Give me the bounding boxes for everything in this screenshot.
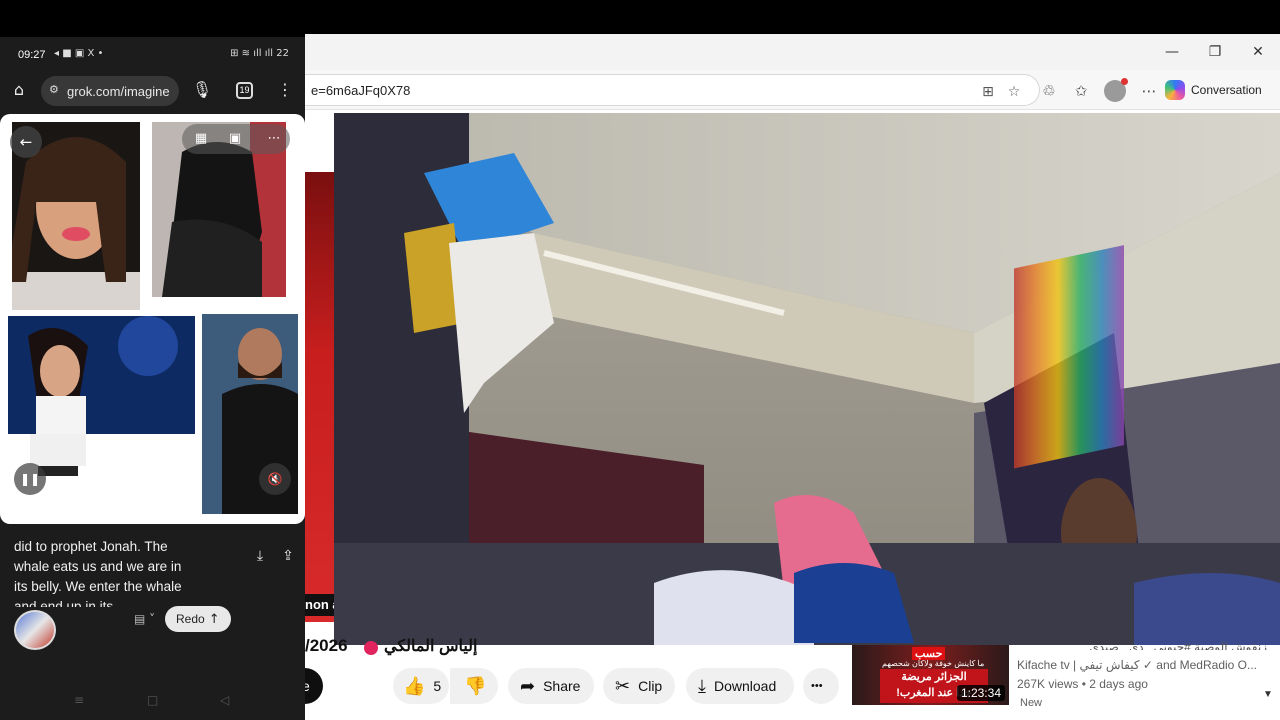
chat-message: did to prophet Jonah. The whale eats us … — [14, 539, 182, 607]
scissors-icon: ✂ — [615, 675, 631, 697]
microphone-icon[interactable]: 🎙 — [191, 79, 213, 101]
status-time: 09:27 — [18, 49, 46, 61]
android-nav-bar: ≡ □ ◁ — [0, 689, 305, 713]
minimize-button[interactable]: — — [1162, 42, 1182, 62]
singer-image — [8, 316, 195, 434]
copilot-label: Conversation — [1191, 83, 1262, 97]
image-gallery-card: ← ▦ ▣ ⋯ ❚❚ 🔇 — [0, 114, 305, 524]
dislike-button[interactable]: 👎 — [450, 668, 498, 704]
extensions-icon[interactable]: ♲ — [1038, 80, 1060, 102]
like-count: 5 — [433, 678, 442, 694]
download-label: Download — [713, 678, 777, 694]
video-frame — [334, 113, 1280, 645]
more-actions-button[interactable]: ••• — [803, 668, 839, 704]
mute-icon[interactable]: 🔇 — [259, 463, 291, 495]
status-bar: 09:27 ◂ ■ ▣ X • ⊞ ≋ ıll ıll 22 — [0, 37, 305, 73]
share-icon: ➦ — [520, 675, 536, 697]
share-button[interactable]: ➦ Share — [508, 668, 594, 704]
recent-apps-icon[interactable]: ≡ — [74, 693, 84, 707]
video-mode-icon[interactable]: ▦ — [191, 129, 211, 149]
download-icon[interactable]: ⤓ — [249, 545, 271, 567]
thumbs-up-icon: 👍 — [403, 675, 426, 697]
scroll-down-icon[interactable]: ▼ — [1263, 689, 1273, 700]
grid-dropdown-icon[interactable]: ▤ ˅ — [134, 612, 155, 626]
new-badge: New — [1020, 697, 1043, 709]
related-video-channel[interactable]: Kifache tv | كيفاش تيفي ✓ and MedRadio O… — [1017, 658, 1257, 672]
app-available-icon[interactable]: ⊞ — [979, 83, 997, 101]
title-red-dot-icon — [364, 641, 378, 655]
video-edge-thumbnail — [305, 172, 334, 622]
like-button[interactable]: 👍 5 — [393, 668, 449, 704]
clip-button[interactable]: ✂ Clip — [603, 668, 675, 704]
copilot-icon — [1165, 80, 1185, 100]
more-menu-icon[interactable]: ⋯ — [1138, 80, 1160, 102]
user-avatar[interactable] — [14, 610, 56, 650]
profile-avatar[interactable] — [1104, 78, 1128, 102]
home-icon[interactable]: ⌂ — [8, 79, 30, 101]
system-status-icons: ⊞ ≋ ıll ıll 22 — [230, 48, 289, 59]
download-button[interactable]: ⤓ Download — [686, 668, 794, 704]
site-settings-icon[interactable]: ⚙ — [49, 83, 59, 96]
clip-label: Clip — [638, 678, 663, 694]
close-button[interactable]: ✕ — [1248, 42, 1268, 62]
mobile-url-bar: ⌂ ⚙ grok.com/imagine 🎙 19 ⋮ — [0, 73, 305, 109]
overflow-menu-icon[interactable]: ⋮ — [274, 79, 296, 101]
redo-button[interactable]: Redo ↑ — [165, 606, 231, 632]
video-duration: 1:23:34 — [956, 685, 1005, 701]
url-text: grok.com/imagine — [67, 84, 170, 99]
thumbnail-banner-line-1: الجزائر مريضة — [901, 671, 967, 683]
image-controls: ▦ ▣ ⋯ — [182, 124, 290, 154]
home-nav-icon[interactable]: □ — [147, 693, 158, 707]
download-icon: ⤓ — [698, 675, 706, 697]
address-input[interactable]: e=6m6aJFq0X78 ⊞ ☆ — [305, 74, 1040, 106]
restore-button[interactable]: ❐ — [1205, 42, 1225, 62]
favorite-star-icon[interactable]: ☆ — [1005, 83, 1023, 101]
copilot-button[interactable]: Conversation — [1165, 76, 1275, 104]
image-mode-icon[interactable]: ▣ — [225, 129, 245, 149]
gallery-image-3[interactable] — [8, 316, 195, 434]
url-field[interactable]: ⚙ grok.com/imagine — [41, 76, 179, 106]
back-arrow-icon[interactable]: ← — [10, 126, 42, 158]
phone-screen: 09:27 ◂ ■ ▣ X • ⊞ ≋ ıll ıll 22 ⌂ ⚙ grok.… — [0, 37, 305, 720]
favorites-icon[interactable]: ✩ — [1070, 80, 1092, 102]
video-title-prefix: /2026 — [305, 636, 348, 655]
title-bar: — ❐ ✕ — [305, 34, 1280, 70]
address-bar: e=6m6aJFq0X78 ⊞ ☆ — [305, 70, 1280, 110]
screen: — ❐ ✕ e=6m6aJFq0X78 ⊞ ☆ ♲ ✩ ⋯ Conversati… — [0, 0, 1280, 720]
tab-count-button[interactable]: 19 — [236, 82, 253, 99]
related-video-thumbnail[interactable]: حسب ما كاينش خوفة ولاكان شحصهم الجزائر م… — [852, 645, 1009, 705]
back-nav-icon[interactable]: ◁ — [220, 693, 229, 707]
arrow-up-icon: ↑ — [208, 612, 220, 627]
notification-icons: ◂ ■ ▣ X • — [54, 48, 104, 59]
thumbs-down-icon: 👎 — [464, 675, 487, 697]
address-text: e=6m6aJFq0X78 — [311, 83, 411, 98]
share-label: Share — [543, 678, 581, 694]
more-actions-label: ••• — [811, 680, 823, 692]
pause-icon[interactable]: ❚❚ — [14, 463, 46, 495]
related-video-title[interactable]: زنقوش الوصية #جيوبي_ دي_ صيدي — [1017, 640, 1267, 650]
more-options-icon[interactable]: ⋯ — [264, 129, 284, 149]
redo-label: Redo — [176, 612, 205, 626]
related-video-meta: 267K views • 2 days ago — [1017, 677, 1148, 691]
thumbnail-sub-text: ما كاينش خوفة ولاكان شحصهم — [882, 659, 985, 668]
share-icon[interactable]: ⇪ — [277, 545, 299, 567]
video-title: إلياس المالكي — [384, 638, 478, 655]
video-player[interactable] — [334, 113, 1280, 645]
